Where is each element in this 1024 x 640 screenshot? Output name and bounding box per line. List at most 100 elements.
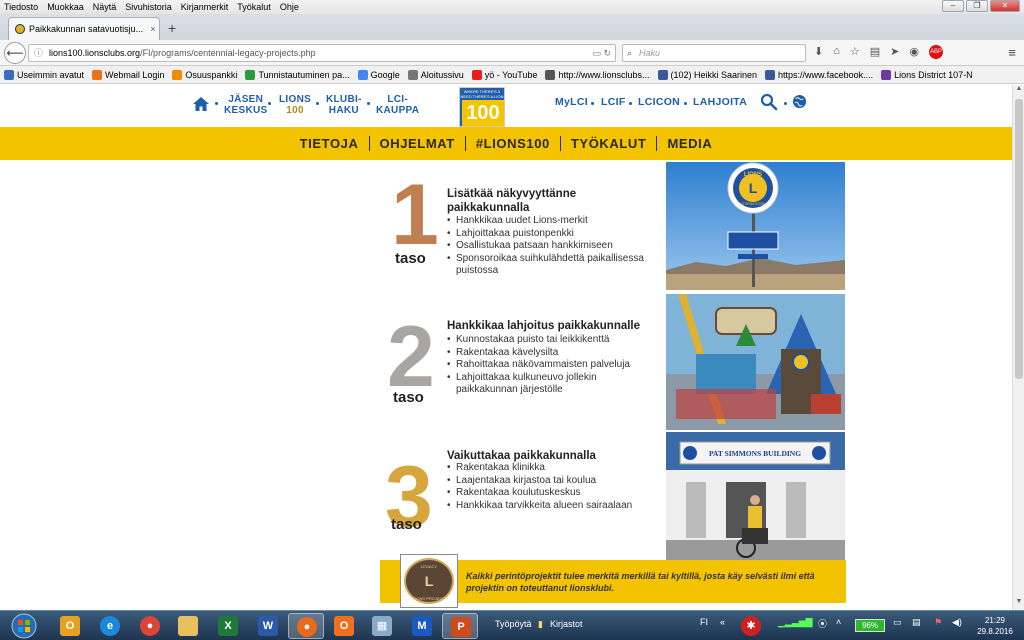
nav-lci-shop[interactable]: LCI- KAUPPA [376,94,419,116]
back-arrow-icon: ⟵ [6,46,24,60]
taskbar-firefox[interactable]: ● [288,613,324,639]
nav-lions100[interactable]: LIONS 100 [279,94,311,116]
tray-generic-icon[interactable]: ▤ [912,617,921,628]
back-button[interactable]: ⟵ [4,42,26,64]
share-icon[interactable]: ➤ [890,45,899,59]
bookmark-item[interactable]: http://www.lionsclubs... [545,69,650,80]
taskbar-ie[interactable]: e [92,613,128,639]
site-info-icon: ⓘ [34,48,44,58]
language-indicator[interactable]: FI [700,617,708,627]
reader-reload-icons[interactable]: ▭ ↻ [592,45,611,61]
volume-icon[interactable]: ◀) [952,617,962,628]
minimize-button[interactable]: – [942,0,964,12]
signal-bars-icon[interactable]: ▁▂▃▅▇ [778,617,813,628]
scroll-up-icon[interactable]: ▲ [1013,85,1024,97]
menu-edit[interactable]: Muokkaa [47,2,84,12]
library-icon[interactable]: ▤ [870,45,880,59]
bookmark-item[interactable]: https://www.facebook.... [765,69,873,80]
menu-view[interactable]: Näytä [93,2,117,12]
menu-file[interactable]: Tiedosto [4,2,38,12]
scroll-down-icon[interactable]: ▼ [1013,598,1024,610]
battery-indicator[interactable]: 96% [855,619,885,632]
battery-icon[interactable]: ▭ [893,617,902,628]
taskbar-app-m[interactable]: M [404,613,440,639]
vertical-scrollbar[interactable]: ▲ ▼ [1012,85,1024,610]
list-item: Rahoittakaa näkövammaisten palveluja [447,359,647,372]
bookmark-item[interactable]: Google [357,69,400,80]
window-controls: – ❐ ✕ [942,0,1020,12]
download-icon[interactable]: ⬇ [814,45,823,59]
menu-history[interactable]: Sivuhistoria [125,2,172,12]
taskbar-app-orange[interactable]: O [326,613,362,639]
site-search-icon[interactable] [760,93,778,111]
chevron-icon[interactable]: ˄ [836,617,841,627]
taskbar-explorer[interactable] [170,613,206,639]
web-page: JÄSEN KESKUS LIONS 100 KLUBI- HAKU LCI- KAUP… [0,85,1012,610]
bookmark-item[interactable]: Lions District 107-N [881,69,973,80]
search-bar[interactable]: ⌕ Haku [622,44,806,62]
chrome-icon: ● [140,616,160,636]
flag-icon[interactable]: ⚑ [934,617,942,628]
menu-media[interactable]: MEDIA [667,136,712,151]
bookmark-item[interactable]: Useimmin avatut [4,69,84,80]
tray-app[interactable]: ✱ [736,613,766,639]
search-icon: ⌕ [627,48,633,58]
tray-app-icon: ✱ [741,616,761,636]
close-tab-button[interactable]: × [147,24,159,34]
start-button[interactable] [4,612,44,640]
menu-about[interactable]: TIETOJA [300,136,359,151]
taskbar-calculator[interactable]: ▦ [364,613,400,639]
bookmark-label: Lions District 107-N [894,69,973,80]
taskbar-clock[interactable]: 21:29 29.8.2016 [972,615,1018,637]
hamburger-menu-icon[interactable]: ≡ [1008,45,1016,60]
menu-tools[interactable]: TYÖKALUT [571,136,647,151]
bookmark-star-icon[interactable]: ☆ [850,45,860,59]
bookmark-item[interactable]: (102) Heikki Saarinen [657,69,757,80]
bookmark-item[interactable]: Osuuspankki [172,69,237,80]
chat-icon[interactable]: ◉ [909,45,919,59]
browser-tab[interactable]: Paikkakunnan satavuotisju... × [8,17,160,40]
globe-icon[interactable] [792,94,807,109]
address-bar[interactable]: ⓘ lions100.lionsclubs.org/FI/programs/ce… [28,44,616,62]
excel-icon: X [218,616,238,636]
bookmark-item[interactable]: yö - YouTube [471,69,537,80]
taskbar-word[interactable]: W [250,613,286,639]
scrollbar-thumb[interactable] [1015,99,1023,379]
bookmark-item[interactable]: Aloitussivu [407,69,464,80]
libraries-toolbar-label[interactable]: Kirjastot [550,619,583,629]
taskbar-powerpoint[interactable]: P [442,613,478,639]
taskbar-outlook[interactable]: O [52,613,88,639]
menu-bookmarks[interactable]: Kirjanmerkit [181,2,229,12]
bookmark-item[interactable]: Webmail Login [92,69,165,80]
new-tab-button[interactable]: + [168,20,176,36]
tier-3-list: Rakentakaa klinikka Laajentakaa kirjasto… [447,462,647,512]
nav-lcicon[interactable]: LCICON [638,96,680,108]
lions100-logo[interactable]: WHERE THERE'S A NEED THERE'S A LION 100 [459,87,505,127]
nav-member-center[interactable]: JÄSEN KESKUS [224,94,267,116]
nav-mylci[interactable]: MyLCI [555,96,588,108]
nav-club-search[interactable]: KLUBI- HAKU [326,94,362,116]
menu-lions100[interactable]: #LIONS100 [476,136,550,151]
maximize-button[interactable]: ❐ [966,0,988,12]
taskbar-excel[interactable]: X [210,613,246,639]
bookmark-item[interactable]: Tunnistautuminen pa... [245,69,350,80]
home-icon[interactable] [192,95,210,113]
tray-arrow-icon[interactable]: « [720,617,725,627]
menu-help[interactable]: Ohje [280,2,299,12]
url-host: lions100.lionsclubs.org [49,48,141,58]
list-item: Rakentakaa koulutuskeskus [447,487,647,500]
taskbar-chrome[interactable]: ● [132,613,168,639]
network-icon[interactable]: ⦿ [818,617,827,630]
desktop-toolbar-label[interactable]: Työpöytä [495,619,532,629]
legacy-notice-text: Kaikki perintöprojektit tulee merkitä me… [466,571,815,593]
bookmark-label: Webmail Login [105,69,165,80]
tier-1-label: taso [395,250,426,267]
adblock-icon[interactable]: ABP [928,45,943,59]
menu-programs[interactable]: OHJELMAT [380,136,455,151]
menu-tools[interactable]: Työkalut [237,2,271,12]
home-icon[interactable]: ⌂ [833,45,840,59]
nav-lcif[interactable]: LCIF [601,96,626,108]
tier-1-section: 1 taso Lisätkää näkyvyyttänne paikkakunn… [385,162,845,290]
nav-donate[interactable]: LAHJOITA [693,96,747,108]
close-window-button[interactable]: ✕ [990,0,1020,12]
